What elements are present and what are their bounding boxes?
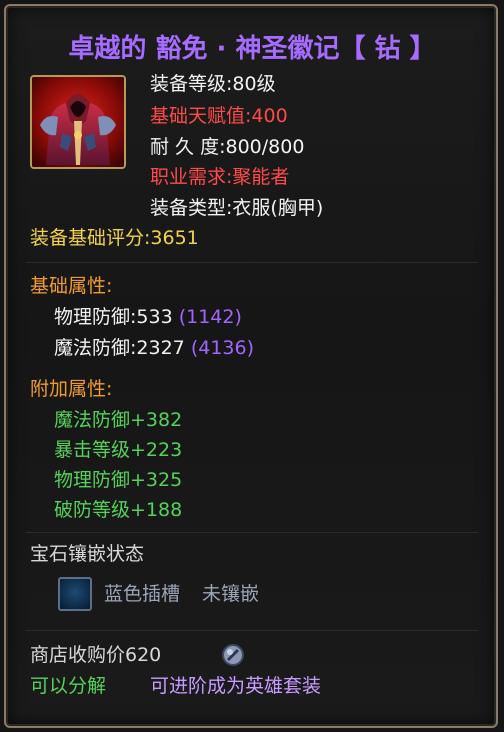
base-score-value: 3651 bbox=[150, 227, 199, 249]
shop-price: 商店收购价620 bbox=[30, 644, 162, 666]
base-attr-name: 物理防御:533 bbox=[54, 306, 173, 328]
decompose-label: 可以分解 bbox=[30, 675, 107, 697]
equip-level-row: 装备等级:80级 bbox=[150, 71, 276, 97]
equip-type-label: 装备类型: bbox=[150, 197, 233, 219]
base-attr-row: 物理防御:533 (1142) bbox=[54, 304, 242, 330]
durability-row: 耐 久 度:800/800 bbox=[150, 134, 304, 160]
talent-value: 400 bbox=[251, 105, 288, 127]
base-attr-name: 魔法防御:2327 bbox=[54, 337, 185, 359]
class-requirement-label: 职业需求: bbox=[150, 166, 233, 188]
extra-attr-item: 魔法防御+382 bbox=[54, 409, 183, 431]
equip-type-row: 装备类型:衣服(胸甲) bbox=[150, 195, 323, 221]
talent-label: 基础天赋值: bbox=[150, 105, 252, 127]
equip-level-value: 80级 bbox=[232, 73, 276, 95]
item-title: 卓越的 豁免 · 神圣徽记【 钻 】 bbox=[68, 34, 436, 64]
base-score-row: 装备基础评分:3651 bbox=[30, 225, 199, 251]
equip-type-value: 衣服(胸甲) bbox=[232, 197, 324, 219]
talent-row: 基础天赋值:400 bbox=[150, 103, 288, 129]
divider bbox=[26, 532, 478, 533]
extra-attr-item: 破防等级+188 bbox=[54, 499, 183, 521]
divider bbox=[26, 262, 478, 263]
class-requirement-row: 职业需求:聚能者 bbox=[150, 164, 289, 190]
base-attr-header: 基础属性: bbox=[30, 275, 113, 297]
base-score-label: 装备基础评分: bbox=[30, 227, 151, 249]
class-requirement-value: 聚能者 bbox=[232, 166, 290, 188]
durability-value: 800/800 bbox=[225, 136, 305, 158]
divider bbox=[26, 630, 478, 631]
silver-coin-icon bbox=[221, 643, 245, 667]
item-icon bbox=[30, 75, 126, 169]
blue-socket-icon[interactable] bbox=[58, 577, 92, 611]
base-attr-max: (4136) bbox=[190, 337, 254, 359]
extra-attr-item: 物理防御+325 bbox=[54, 469, 183, 491]
gem-slot-label: 蓝色插槽 bbox=[104, 583, 181, 605]
durability-label: 耐 久 度: bbox=[150, 136, 226, 158]
base-attr-row: 魔法防御:2327 (4136) bbox=[54, 335, 254, 361]
extra-attr-item: 暴击等级+223 bbox=[54, 439, 183, 461]
extra-attr-header: 附加属性: bbox=[30, 378, 113, 400]
base-attr-max: (1142) bbox=[178, 306, 242, 328]
upgrade-hint: 可进阶成为英雄套装 bbox=[150, 675, 322, 697]
gem-slot-row: 蓝色插槽 未镶嵌 bbox=[104, 581, 259, 607]
gem-status-header: 宝石镶嵌状态 bbox=[30, 543, 145, 565]
gem-slot-status: 未镶嵌 bbox=[202, 583, 260, 605]
equip-level-label: 装备等级: bbox=[150, 73, 233, 95]
robe-armor-icon bbox=[32, 77, 124, 167]
